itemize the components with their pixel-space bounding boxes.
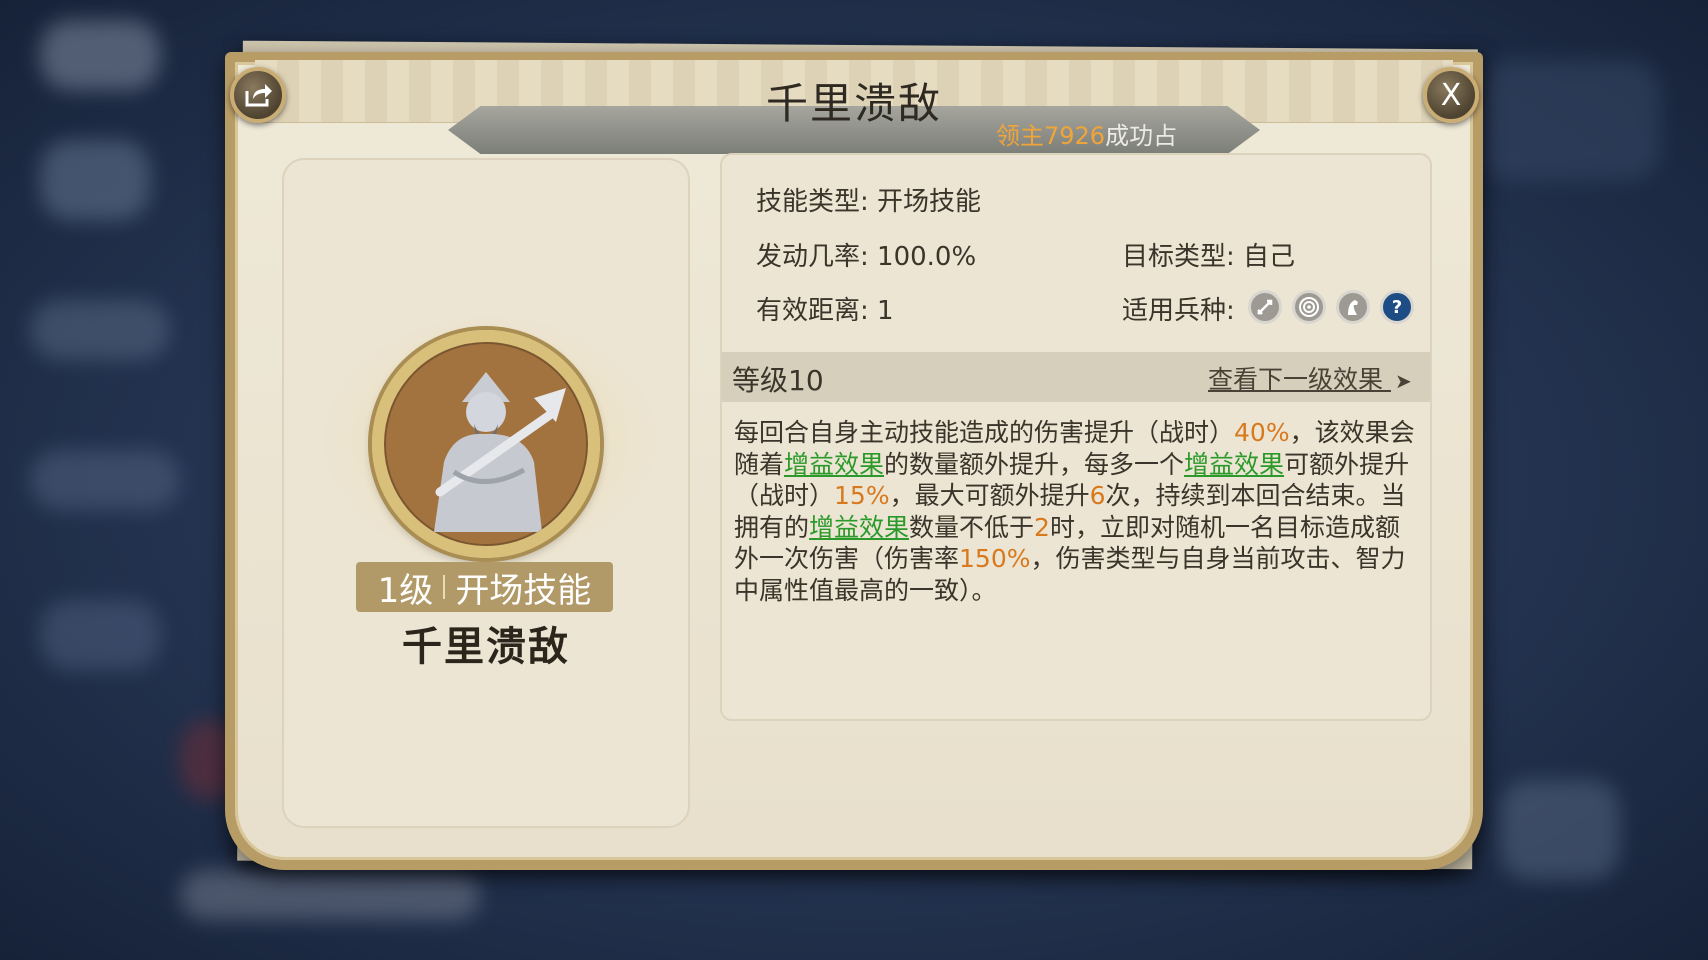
background-blur (1500, 780, 1620, 880)
desc-value: 15% (834, 481, 890, 510)
arrow-right-icon: ➤ (1394, 369, 1412, 393)
troop-type-icons: ? (1248, 290, 1414, 324)
skill-type-tag: 开场技能 (455, 570, 592, 611)
skill-type-value: 开场技能 (877, 187, 982, 217)
help-icon[interactable]: ? (1380, 290, 1414, 324)
trigger-rate-value: 100.0% (877, 242, 977, 272)
range-label: 有效距离: (756, 296, 869, 326)
trigger-rate-label: 发动几率: (756, 242, 869, 272)
skill-name: 千里溃敌 (402, 624, 570, 670)
general-portrait-icon (386, 344, 586, 544)
trigger-rate-row: 发动几率: 100.0% (756, 236, 976, 273)
desc-value: 150% (959, 544, 1031, 573)
background-blur (40, 140, 150, 220)
target-type-value: 自己 (1243, 242, 1296, 272)
desc-text: 的数量额外提升，每多一个 (884, 449, 1185, 479)
next-level-effect-link[interactable]: 查看下一级效果 ➤ (1208, 360, 1412, 396)
notice-text: 成功占 (1105, 122, 1178, 150)
horse-icon (1336, 290, 1370, 324)
background-blur (180, 870, 480, 920)
next-level-link-text: 查看下一级效果 (1208, 365, 1384, 394)
buff-effect-link[interactable]: 增益效果 (1184, 450, 1284, 479)
target-type-row: 目标类型: 自己 (1122, 236, 1295, 273)
range-value: 1 (877, 296, 894, 326)
buff-effect-link[interactable]: 增益效果 (809, 513, 909, 542)
sword-icon (1248, 290, 1282, 324)
skill-level-badge: 1级 开场技能 (356, 562, 613, 612)
buff-effect-link[interactable]: 增益效果 (784, 450, 884, 479)
desc-text: ，最大可额外提升 (889, 481, 1090, 510)
background-blur (30, 450, 180, 510)
skill-type-row: 技能类型: 开场技能 (756, 181, 981, 218)
share-button[interactable] (230, 67, 286, 123)
desc-value: 6 (1089, 481, 1106, 510)
close-button[interactable]: X (1423, 67, 1479, 123)
troop-label: 适用兵种: (1122, 296, 1235, 326)
close-icon: X (1440, 77, 1462, 113)
skill-level: 1级 (377, 570, 434, 611)
target-type-label: 目标类型: (1122, 242, 1235, 272)
desc-text: 数量不低于 (909, 512, 1035, 542)
target-icon (1292, 290, 1326, 324)
range-row: 有效距离: 1 (756, 290, 894, 327)
notice-owner: 领主7926 (996, 122, 1106, 150)
skill-type-label: 技能类型: (756, 187, 869, 217)
scrolling-notice: 领主7926成功占 (996, 116, 1177, 151)
background-blur (40, 600, 160, 670)
desc-value: 40% (1234, 418, 1290, 447)
background-blur (30, 300, 170, 360)
help-glyph: ? (1391, 296, 1403, 318)
share-icon (245, 84, 272, 107)
badge-divider (443, 575, 446, 599)
desc-value: 2 (1034, 512, 1050, 542)
skill-description: 每回合自身主动技能造成的伤害提升（战时）40%，该效果会随着增益效果的数量额外提… (734, 417, 1422, 606)
skill-medal (372, 330, 600, 558)
desc-text: 每回合自身主动技能造成的伤害提升（战时） (734, 418, 1235, 447)
skill-level-label: 等级10 (732, 364, 824, 397)
